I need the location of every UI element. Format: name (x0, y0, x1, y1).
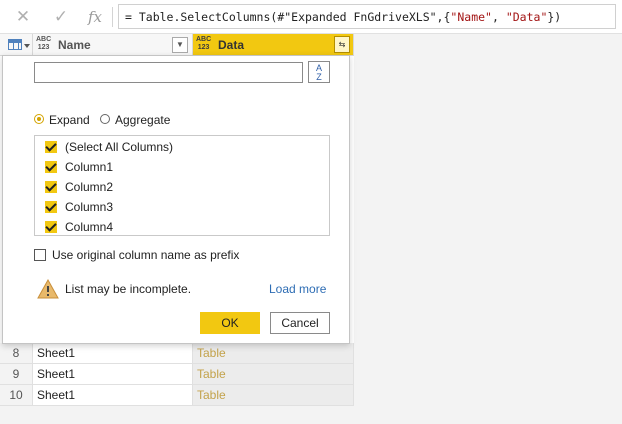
row-index: 9 (0, 364, 33, 385)
chevron-down-icon (24, 44, 30, 48)
row-index: 8 (0, 343, 33, 364)
name-cell[interactable]: Sheet1 (33, 385, 193, 406)
formula-separator (112, 7, 113, 27)
formula-arg-name: "Name" (450, 10, 492, 24)
type-any-icon[interactable]: ABC 123 (196, 36, 211, 52)
formula-arg-data: "Data" (505, 10, 548, 24)
formula-sep: , (491, 10, 506, 24)
checkbox-checked[interactable] (45, 141, 57, 153)
expand-columns-popup: A Z Expand Aggregate (Select All Columns… (2, 55, 350, 344)
load-more-link[interactable]: Load more (269, 282, 326, 296)
table-row[interactable]: 9 Sheet1 Table (0, 364, 354, 385)
column-header-data[interactable]: ABC 123 Data ⇆ (193, 34, 354, 56)
checkbox-unchecked[interactable] (34, 249, 46, 261)
expand-radio[interactable] (34, 114, 44, 124)
table-menu-button[interactable] (0, 34, 33, 56)
name-cell[interactable]: Sheet1 (33, 343, 193, 364)
formula-prefix: = Table.SelectColumns(#"Expanded FnGdriv… (125, 10, 451, 24)
prefix-label: Use original column name as prefix (52, 248, 240, 262)
formula-bar: ✕ ✓ fx = Table.SelectColumns(#"Expanded … (0, 0, 622, 34)
type-any-icon[interactable]: ABC 123 (36, 36, 51, 52)
name-cell[interactable]: Sheet1 (33, 364, 193, 385)
column-header-name[interactable]: ABC 123 Name ▼ (33, 34, 193, 56)
data-cell[interactable]: Table (193, 343, 354, 364)
aggregate-radio-label[interactable]: Aggregate (115, 113, 170, 127)
close-icon[interactable]: ✕ (12, 6, 34, 28)
checkbox-checked[interactable] (45, 181, 57, 193)
fx-icon[interactable]: fx (84, 6, 106, 28)
data-cell[interactable]: Table (193, 364, 354, 385)
formula-input[interactable]: = Table.SelectColumns(#"Expanded FnGdriv… (118, 4, 616, 29)
formula-suffix: }) (547, 10, 562, 24)
filter-dropdown-icon[interactable]: ▼ (172, 37, 188, 53)
ok-button[interactable]: OK (200, 312, 260, 334)
aggregate-radio[interactable] (100, 114, 110, 124)
warning-text: List may be incomplete. (65, 282, 192, 296)
checkbox-checked[interactable] (45, 221, 57, 233)
checkbox-checked[interactable] (45, 201, 57, 213)
expand-radio-label[interactable]: Expand (49, 113, 90, 127)
column-title: Name (58, 38, 91, 52)
column-checklist: (Select All Columns) Column1 Column2 Col… (34, 135, 330, 236)
warning-icon (37, 279, 59, 299)
sort-az-icon[interactable]: A Z (308, 61, 330, 83)
column-title: Data (218, 38, 245, 52)
row-index: 10 (0, 385, 33, 406)
column-search-input[interactable] (34, 62, 303, 83)
table-icon (8, 39, 22, 50)
cancel-button[interactable]: Cancel (270, 312, 330, 334)
data-cell[interactable]: Table (193, 385, 354, 406)
table-row[interactable]: 10 Sheet1 Table (0, 385, 354, 406)
table-row[interactable]: 8 Sheet1 Table (0, 343, 354, 364)
expand-column-icon[interactable]: ⇆ (334, 36, 350, 53)
check-icon[interactable]: ✓ (50, 6, 72, 28)
checkbox-checked[interactable] (45, 161, 57, 173)
